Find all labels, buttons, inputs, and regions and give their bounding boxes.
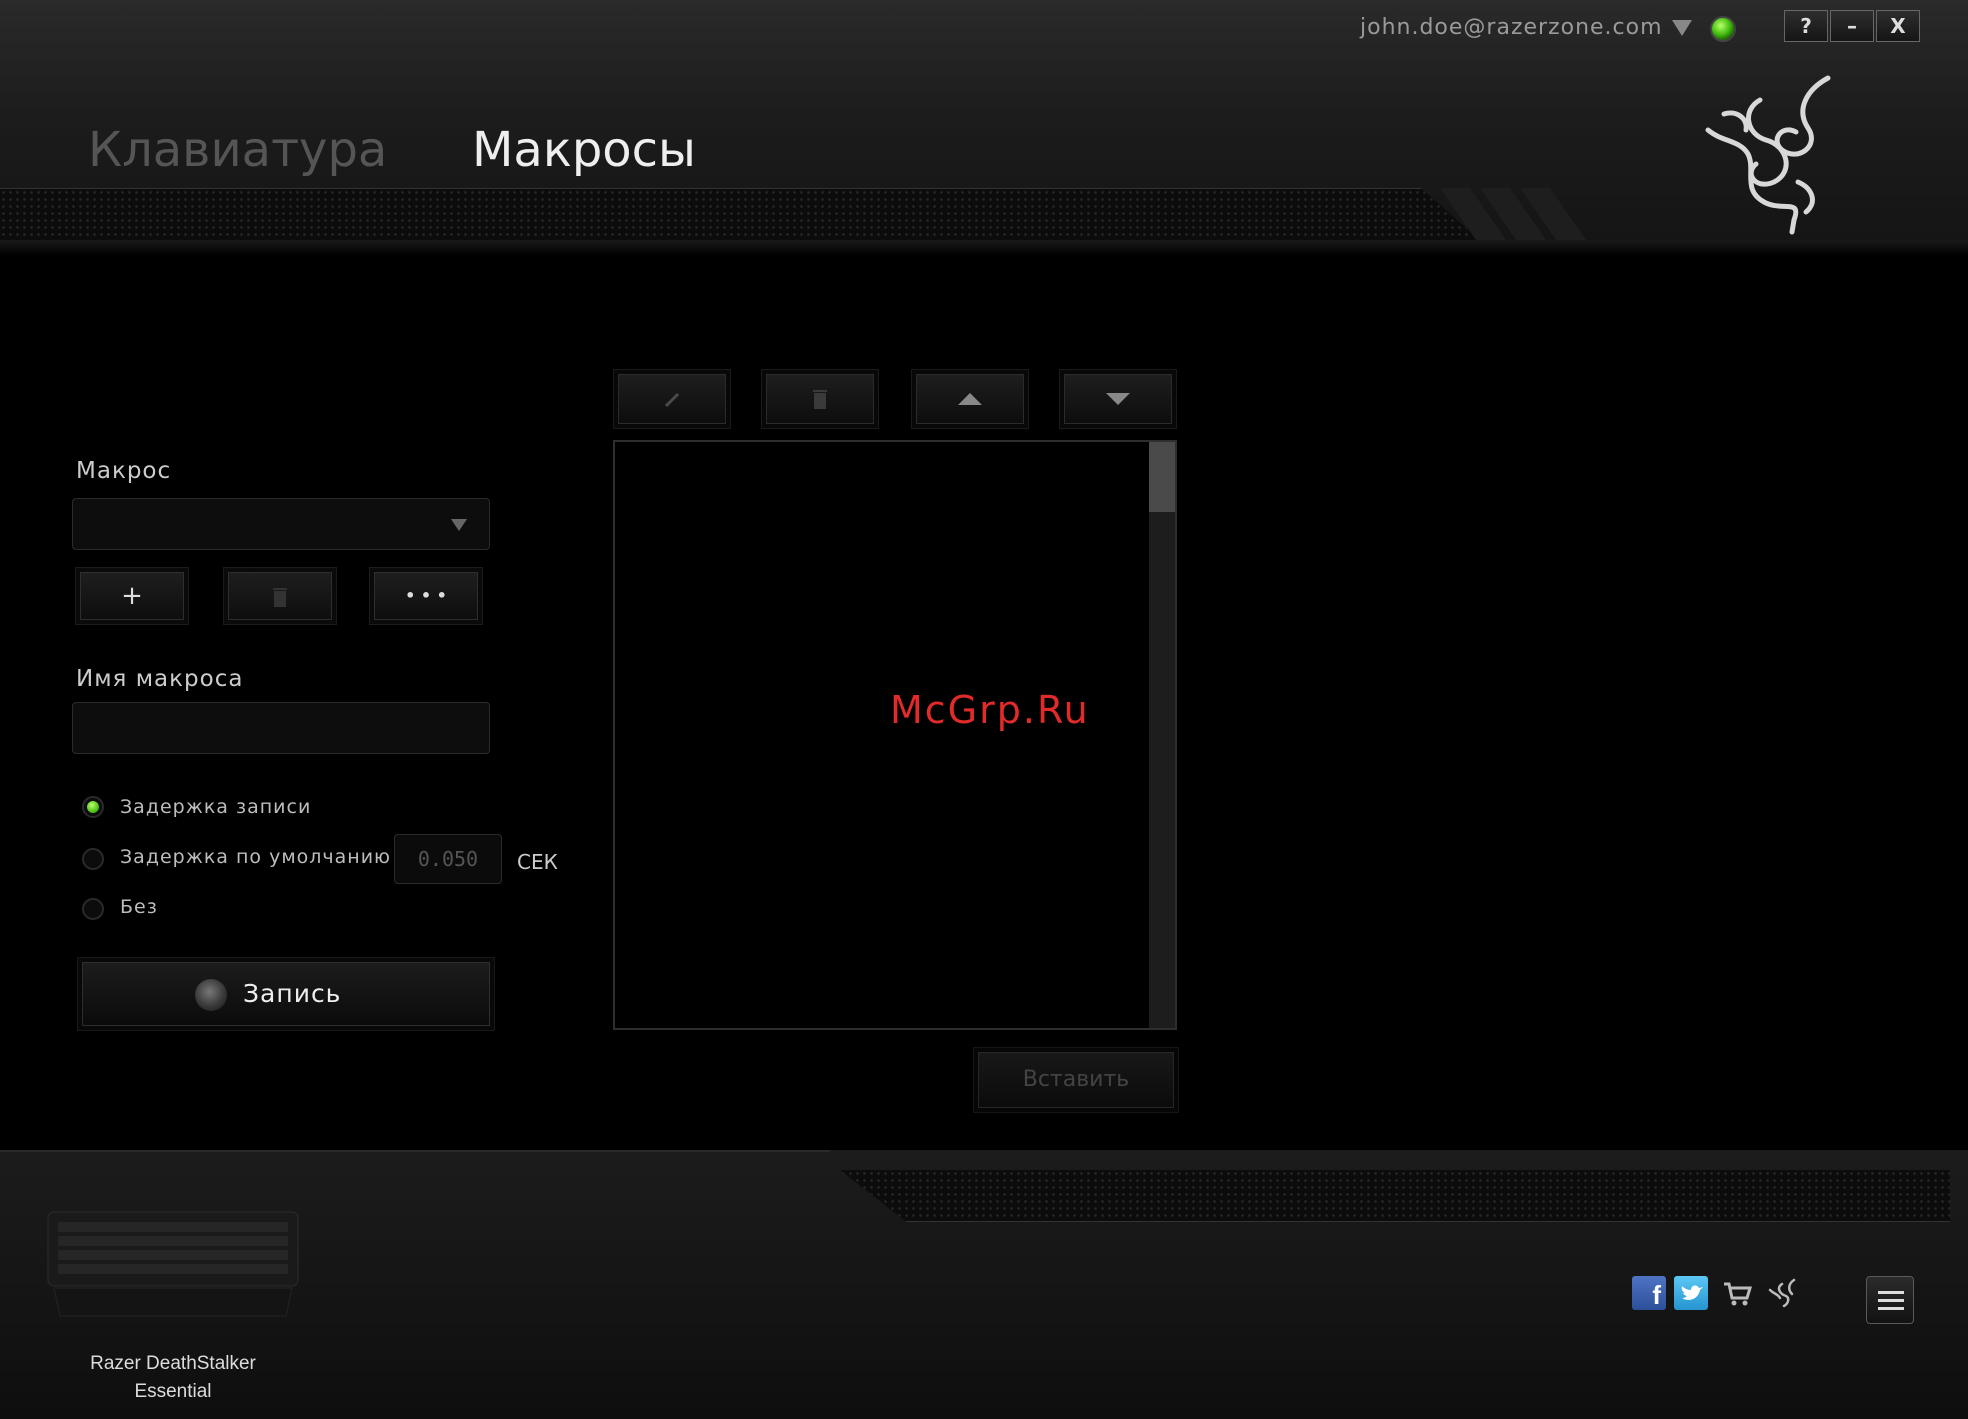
trash-icon	[813, 390, 827, 409]
move-down-button[interactable]	[1064, 374, 1172, 424]
tab-macros[interactable]: Макросы	[472, 122, 696, 178]
watermark: McGrp.Ru	[890, 688, 1090, 732]
delay-unit-label: СЕК	[517, 850, 558, 874]
header-slashes-decoration	[1440, 188, 1586, 240]
scrollbar-thumb[interactable]	[1149, 442, 1175, 512]
insert-button[interactable]: Вставить	[978, 1052, 1174, 1108]
account-dropdown-icon[interactable]	[1672, 20, 1692, 36]
radio-default-delay-label: Задержка по умолчанию	[120, 846, 392, 868]
close-button[interactable]: X	[1876, 10, 1920, 42]
twitter-icon[interactable]	[1674, 1276, 1708, 1310]
macro-name-label: Имя макроса	[76, 666, 244, 692]
delete-macro-button[interactable]	[228, 572, 332, 620]
macro-name-input[interactable]	[72, 702, 490, 754]
arrow-down-icon	[1106, 393, 1130, 405]
default-delay-input[interactable]: 0.050	[394, 834, 502, 884]
delete-step-button[interactable]	[766, 374, 874, 424]
macro-select[interactable]	[72, 498, 490, 550]
edit-icon	[664, 392, 680, 408]
radio-record-delay[interactable]	[82, 796, 104, 818]
facebook-icon[interactable]: f	[1632, 1276, 1666, 1310]
record-icon	[195, 979, 227, 1011]
online-status-icon	[1710, 16, 1736, 42]
arrow-up-icon	[958, 393, 982, 405]
chevron-down-icon	[451, 519, 467, 531]
tab-keyboard[interactable]: Клавиатура	[88, 122, 387, 178]
help-button[interactable]: ?	[1784, 10, 1828, 42]
account-email[interactable]: john.doe@razerzone.com	[1360, 14, 1663, 42]
cart-icon[interactable]	[1720, 1276, 1754, 1310]
minimize-button[interactable]: –	[1830, 10, 1874, 42]
razer-icon[interactable]	[1766, 1276, 1800, 1310]
keyboard-device-icon[interactable]	[46, 1204, 300, 1322]
edit-step-button[interactable]	[618, 374, 726, 424]
radio-default-delay[interactable]	[82, 848, 104, 870]
macro-label: Макрос	[76, 458, 172, 484]
footer-texture	[840, 1170, 1950, 1222]
scrollbar[interactable]	[1149, 442, 1175, 1028]
menu-button[interactable]	[1866, 1276, 1914, 1324]
razer-logo-icon	[1705, 75, 1831, 235]
more-options-button[interactable]: • • •	[374, 572, 478, 620]
footer-divider	[0, 1150, 830, 1152]
add-macro-button[interactable]: +	[80, 572, 184, 620]
record-button-label: Запись	[243, 979, 342, 1008]
radio-no-delay[interactable]	[82, 898, 104, 920]
header-shadow	[0, 240, 1968, 256]
device-name-line1: Razer DeathStalker	[90, 1353, 256, 1374]
menu-icon	[1878, 1291, 1904, 1294]
move-up-button[interactable]	[916, 374, 1024, 424]
device-name: Razer DeathStalker Essential	[40, 1350, 306, 1406]
record-button[interactable]: Запись	[82, 962, 490, 1026]
radio-no-delay-label: Без	[120, 896, 158, 918]
radio-record-delay-label: Задержка записи	[120, 796, 312, 818]
trash-icon	[273, 588, 287, 607]
macro-steps-list[interactable]	[613, 440, 1177, 1030]
device-name-line2: Essential	[134, 1381, 212, 1402]
header-texture	[0, 188, 1480, 240]
